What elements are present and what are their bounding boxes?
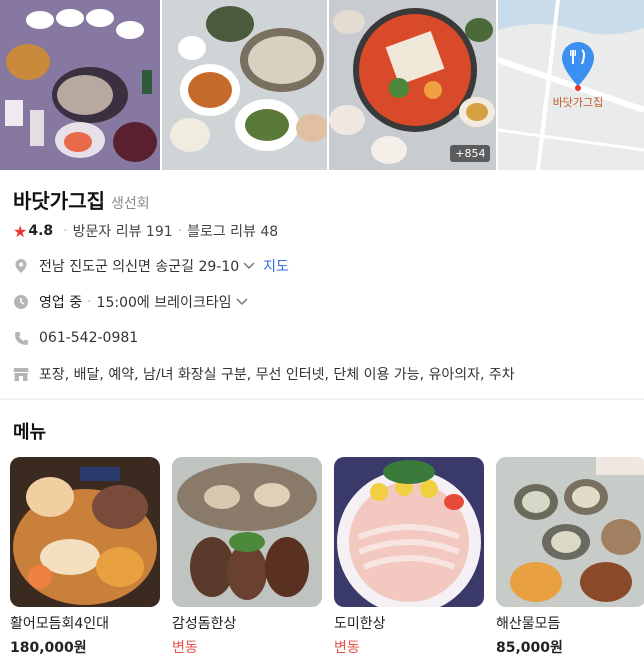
menu-item-image[interactable] [172, 457, 322, 607]
menu-item-name: 활어모듬회4인대 [10, 616, 110, 632]
hours-row: 영업 중 · 15:00에 브레이크타임 [13, 291, 633, 313]
title-row: 바닷가그집 생선회 [13, 185, 633, 213]
rating-row: ★ 4.8 · 방문자 리뷰 191 · 블로그 리뷰 48 [13, 221, 633, 241]
map-place-label: 바닷가그집 [553, 96, 604, 109]
menu-item-image[interactable] [496, 457, 644, 607]
phone-icon [13, 330, 29, 346]
restaurant-photo-3[interactable]: +854 [328, 0, 497, 170]
chevron-down-icon[interactable] [235, 295, 248, 309]
visitor-reviews-link[interactable]: 방문자 리뷰 191 [73, 221, 173, 241]
menu-item-image[interactable] [10, 457, 160, 607]
menu-item-name: 해산물모듬 [496, 616, 561, 632]
rating-value: 4.8 [28, 223, 54, 239]
star-icon: ★ [13, 221, 28, 241]
photo-strip: +854 바닷가그집 [0, 0, 644, 170]
more-photos-badge[interactable]: +854 [450, 145, 491, 162]
menu-item[interactable]: 감성돔한상 변동 [172, 457, 322, 657]
phone-number[interactable]: 061-542-0981 [39, 330, 138, 346]
section-divider [0, 398, 644, 400]
menu-item-name: 감성돔한상 [172, 616, 237, 632]
map-thumbnail[interactable]: 바닷가그집 [498, 0, 644, 170]
menu-section-title: 메뉴 [13, 422, 47, 443]
store-icon [13, 366, 29, 382]
place-name: 바닷가그집 [13, 189, 105, 213]
phone-row: 061-542-0981 [13, 327, 633, 349]
address-text[interactable]: 전남 진도군 의신면 송군길 29-10 [39, 256, 239, 276]
menu-item-name: 도미한상 [334, 616, 386, 632]
address-row: 전남 진도군 의신면 송군길 29-10 지도 [13, 255, 633, 277]
menu-item-price: 180,000원 [10, 640, 87, 656]
place-info: 바닷가그집 생선회 ★ 4.8 · 방문자 리뷰 191 · 블로그 리뷰 48… [13, 185, 633, 385]
restaurant-photo-2[interactable] [161, 0, 327, 170]
facilities-row: 포장, 배달, 예약, 남/녀 화장실 구분, 무선 인터넷, 단체 이용 가능… [13, 363, 633, 385]
menu-item-price: 85,000원 [496, 640, 563, 656]
menu-item-price: 변동 [172, 640, 198, 656]
menu-item[interactable]: 해산물모듬 85,000원 [496, 457, 644, 657]
separator-dot: · [177, 223, 183, 239]
separator-dot: · [63, 223, 68, 239]
menu-item[interactable]: 활어모듬회4인대 180,000원 [10, 457, 160, 657]
map-link[interactable]: 지도 [263, 256, 289, 276]
menu-item[interactable]: 도미한상 변동 [334, 457, 484, 657]
menu-item-image[interactable] [334, 457, 484, 607]
separator-dot: · [87, 294, 92, 310]
location-pin-icon [13, 258, 29, 274]
chevron-down-icon[interactable] [243, 259, 255, 273]
menu-list: 활어모듬회4인대 180,000원 감성돔한상 변동 도미한상 변동 해산물모듬… [10, 457, 644, 657]
facilities-text: 포장, 배달, 예약, 남/녀 화장실 구분, 무선 인터넷, 단체 이용 가능… [39, 367, 515, 383]
hours-break-time: 15:00에 브레이크타임 [96, 295, 232, 311]
hours-status: 영업 중 [39, 295, 83, 311]
menu-item-price: 변동 [334, 640, 360, 656]
clock-icon [13, 294, 29, 310]
restaurant-photo-1[interactable] [0, 0, 160, 170]
place-category: 생선회 [111, 196, 150, 212]
blog-reviews-link[interactable]: 블로그 리뷰 48 [187, 221, 278, 241]
